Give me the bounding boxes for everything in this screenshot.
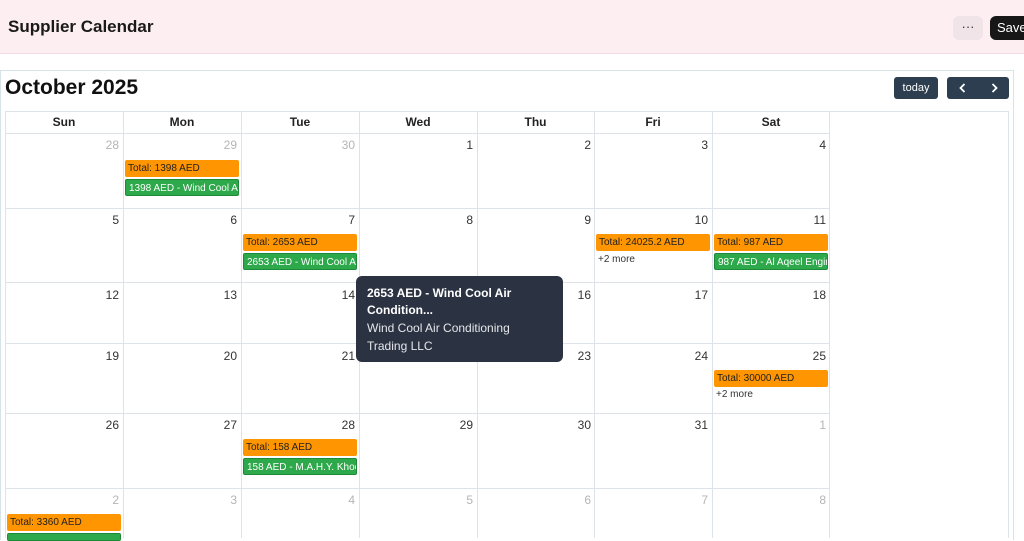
event-total[interactable]: Total: 1398 AED bbox=[125, 160, 239, 177]
grid-divider bbox=[5, 488, 830, 489]
day-number[interactable]: 2 bbox=[79, 493, 119, 507]
day-number[interactable]: 10 bbox=[668, 213, 708, 227]
day-number[interactable]: 1 bbox=[433, 138, 473, 152]
month-title: October 2025 bbox=[5, 76, 139, 99]
day-number[interactable]: 29 bbox=[433, 418, 473, 432]
weekday-header-thu: Thu bbox=[477, 111, 594, 134]
event-total[interactable]: Total: 987 AED bbox=[714, 234, 828, 251]
next-month-button[interactable] bbox=[978, 77, 1009, 99]
day-number[interactable]: 8 bbox=[786, 493, 826, 507]
grid-divider bbox=[594, 111, 595, 538]
page-header: Supplier Calendar ··· Save bbox=[0, 0, 1024, 54]
event-detail[interactable]: 987 AED - Al Aqeel Engineering bbox=[714, 253, 828, 270]
grid-divider bbox=[5, 413, 830, 414]
weekday-header-sat: Sat bbox=[712, 111, 830, 134]
day-number[interactable]: 6 bbox=[197, 213, 237, 227]
page-title: Supplier Calendar bbox=[8, 17, 154, 36]
weekday-header-mon: Mon bbox=[123, 111, 241, 134]
day-number[interactable]: 5 bbox=[433, 493, 473, 507]
event-total[interactable]: Total: 3360 AED bbox=[7, 514, 121, 531]
day-number[interactable]: 27 bbox=[197, 418, 237, 432]
day-number[interactable]: 28 bbox=[315, 418, 355, 432]
day-number[interactable]: 31 bbox=[668, 418, 708, 432]
event-tooltip: 2653 AED - Wind Cool Air Condition... Wi… bbox=[356, 276, 563, 362]
tooltip-title: 2653 AED - Wind Cool Air Condition... bbox=[367, 286, 512, 317]
weekday-header-tue: Tue bbox=[241, 111, 359, 134]
day-number[interactable]: 13 bbox=[197, 288, 237, 302]
more-events-link[interactable]: +2 more bbox=[598, 254, 635, 265]
day-number[interactable]: 5 bbox=[79, 213, 119, 227]
weekday-header-wed: Wed bbox=[359, 111, 477, 134]
chevron-left-icon bbox=[958, 83, 965, 93]
weekday-header-fri: Fri bbox=[594, 111, 712, 134]
more-options-button[interactable]: ··· bbox=[953, 16, 983, 40]
day-number[interactable]: 24 bbox=[668, 349, 708, 363]
weekday-header-sun: Sun bbox=[5, 111, 123, 134]
day-number[interactable]: 4 bbox=[786, 138, 826, 152]
day-number[interactable]: 8 bbox=[433, 213, 473, 227]
day-number[interactable]: 11 bbox=[786, 213, 826, 227]
more-events-link[interactable]: +2 more bbox=[716, 389, 753, 400]
day-number[interactable]: 18 bbox=[786, 288, 826, 302]
event-detail[interactable]: 2653 AED - Wind Cool Air Conditioning Tr… bbox=[243, 253, 357, 270]
event-total[interactable]: Total: 24025.2 AED bbox=[596, 234, 710, 251]
event-detail[interactable] bbox=[7, 533, 121, 541]
grid-divider bbox=[241, 111, 242, 538]
day-number[interactable]: 7 bbox=[315, 213, 355, 227]
day-number[interactable]: 12 bbox=[79, 288, 119, 302]
event-total[interactable]: Total: 2653 AED bbox=[243, 234, 357, 251]
day-number[interactable]: 28 bbox=[79, 138, 119, 152]
day-number[interactable]: 3 bbox=[668, 138, 708, 152]
tooltip-subtitle: Wind Cool Air Conditioning Trading LLC bbox=[367, 321, 510, 353]
day-number[interactable]: 1 bbox=[786, 418, 826, 432]
prev-month-button[interactable] bbox=[947, 77, 978, 99]
grid-divider bbox=[829, 111, 830, 538]
day-number[interactable]: 2 bbox=[551, 138, 591, 152]
event-detail[interactable]: 1398 AED - Wind Cool Air Conditioning Tr… bbox=[125, 179, 239, 196]
day-number[interactable]: 25 bbox=[786, 349, 826, 363]
day-number[interactable]: 14 bbox=[315, 288, 355, 302]
save-button[interactable]: Save bbox=[990, 16, 1024, 40]
event-total[interactable]: Total: 30000 AED bbox=[714, 370, 828, 387]
day-number[interactable]: 29 bbox=[197, 138, 237, 152]
day-number[interactable]: 20 bbox=[197, 349, 237, 363]
today-button[interactable]: today bbox=[894, 77, 938, 99]
event-detail[interactable]: 158 AED - M.A.H.Y. Khoory bbox=[243, 458, 357, 475]
chevron-right-icon bbox=[991, 83, 998, 93]
day-number[interactable]: 30 bbox=[551, 418, 591, 432]
day-number[interactable]: 7 bbox=[668, 493, 708, 507]
grid-divider bbox=[123, 111, 124, 538]
day-number[interactable]: 26 bbox=[79, 418, 119, 432]
day-number[interactable]: 9 bbox=[551, 213, 591, 227]
day-number[interactable]: 17 bbox=[668, 288, 708, 302]
day-number[interactable]: 3 bbox=[197, 493, 237, 507]
grid-divider bbox=[712, 111, 713, 538]
day-number[interactable]: 21 bbox=[315, 349, 355, 363]
event-total[interactable]: Total: 158 AED bbox=[243, 439, 357, 456]
month-nav-group bbox=[947, 77, 1009, 99]
grid-divider bbox=[5, 208, 830, 209]
day-number[interactable]: 4 bbox=[315, 493, 355, 507]
day-number[interactable]: 19 bbox=[79, 349, 119, 363]
day-number[interactable]: 6 bbox=[551, 493, 591, 507]
day-number[interactable]: 30 bbox=[315, 138, 355, 152]
